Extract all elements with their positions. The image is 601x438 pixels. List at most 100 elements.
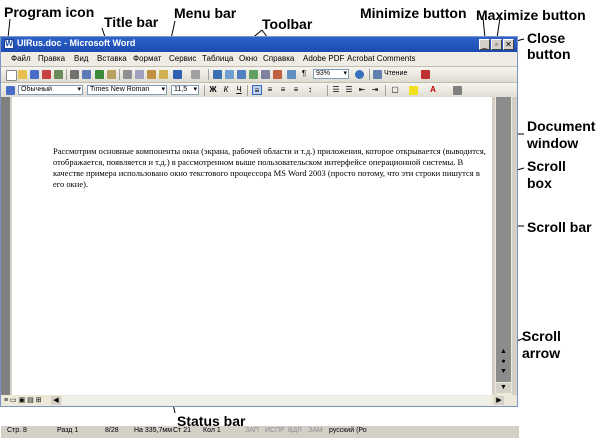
- menu-adobe-pdf[interactable]: Adobe PDF: [303, 54, 344, 63]
- highlight-icon[interactable]: [409, 86, 418, 95]
- label-minimize-button: Minimize button: [360, 5, 467, 21]
- spelling-icon[interactable]: [95, 70, 104, 79]
- numbering-icon[interactable]: ☰: [331, 85, 341, 95]
- label-close-button: Close button: [527, 30, 571, 62]
- paste-icon[interactable]: [147, 70, 156, 79]
- document-page[interactable]: [12, 97, 492, 395]
- menu-format[interactable]: Формат: [133, 54, 161, 63]
- redo-icon[interactable]: [191, 70, 200, 79]
- document-text[interactable]: Рассмотрим основные компоненты окна (экр…: [53, 146, 493, 190]
- scroll-right-arrow[interactable]: ▶: [494, 396, 504, 405]
- justify-icon[interactable]: ≡: [291, 85, 301, 95]
- menu-help[interactable]: Справка: [263, 54, 294, 63]
- horizontal-scrollbar[interactable]: [63, 396, 491, 405]
- toolbar-options-2-icon[interactable]: [453, 86, 462, 95]
- status-language: русский (Ро: [329, 427, 367, 434]
- align-right-icon[interactable]: ≡: [278, 85, 288, 95]
- align-center-icon[interactable]: ≡: [265, 85, 275, 95]
- menu-window[interactable]: Окно: [239, 54, 258, 63]
- permission-icon[interactable]: [42, 70, 51, 79]
- menu-view[interactable]: Вид: [74, 54, 88, 63]
- zoom-select[interactable]: 93%: [313, 69, 349, 79]
- menu-tools[interactable]: Сервис: [169, 54, 196, 63]
- insert-excel-icon[interactable]: [249, 70, 258, 79]
- read-icon[interactable]: [373, 70, 382, 79]
- read-button-label[interactable]: Чтение: [384, 70, 407, 77]
- menu-table[interactable]: Таблица: [202, 54, 233, 63]
- label-scroll-box: Scroll box: [527, 158, 566, 191]
- font-size-select[interactable]: 11,5: [171, 85, 199, 95]
- show-formatting-icon[interactable]: ¶: [299, 69, 309, 79]
- left-margin-area: [1, 97, 10, 395]
- status-ext[interactable]: ВДЛ: [288, 427, 302, 434]
- label-title-bar: Title bar: [104, 14, 159, 30]
- style-select[interactable]: Обычный: [18, 85, 83, 95]
- underline-button[interactable]: Ч: [234, 85, 244, 95]
- insert-table-icon[interactable]: [237, 70, 246, 79]
- document-map-icon[interactable]: [287, 70, 296, 79]
- label-document-window: Document window: [527, 118, 596, 151]
- status-trk[interactable]: ИСПР: [265, 427, 285, 434]
- label-status-bar: Status bar: [177, 413, 246, 429]
- toolbar-options-icon[interactable]: [421, 70, 430, 79]
- label-scroll-bar: Scroll bar: [527, 219, 592, 235]
- menu-bar: Файл Правка Вид Вставка Формат Сервис Та…: [1, 52, 517, 67]
- open-icon[interactable]: [18, 70, 27, 79]
- align-left-icon[interactable]: ≡: [252, 85, 262, 95]
- scroll-down-arrow[interactable]: ▼: [496, 383, 511, 393]
- copy-icon[interactable]: [135, 70, 144, 79]
- styles-icon[interactable]: [6, 86, 15, 95]
- label-scroll-arrow: Scroll arrow: [522, 328, 561, 361]
- borders-icon[interactable]: ▢: [390, 85, 400, 95]
- title-bar[interactable]: W UIRus.doc - Microsoft Word _ ▫ ✕: [1, 37, 517, 52]
- bullets-icon[interactable]: ☰: [344, 85, 354, 95]
- label-menu-bar: Menu bar: [174, 5, 237, 21]
- new-icon[interactable]: [6, 70, 17, 81]
- scroll-left-arrow[interactable]: ◀: [51, 396, 61, 405]
- increase-indent-icon[interactable]: ⇥: [370, 85, 380, 95]
- format-painter-icon[interactable]: [159, 70, 168, 79]
- bold-button[interactable]: Ж: [208, 85, 218, 95]
- minimize-button[interactable]: _: [479, 39, 490, 50]
- menu-insert[interactable]: Вставка: [97, 54, 127, 63]
- close-button[interactable]: ✕: [503, 39, 514, 50]
- email-icon[interactable]: [54, 70, 63, 79]
- columns-icon[interactable]: [261, 70, 270, 79]
- status-page: Стр. 8: [7, 427, 27, 434]
- program-icon[interactable]: W: [4, 39, 14, 49]
- font-color-icon[interactable]: A: [428, 85, 438, 95]
- window-title: UIRus.doc - Microsoft Word: [17, 38, 136, 48]
- italic-button[interactable]: К: [221, 85, 231, 95]
- view-buttons[interactable]: ≡ ▭ ▣ ▤ ⊞: [4, 396, 48, 405]
- menu-file[interactable]: Файл: [11, 54, 31, 63]
- maximize-button[interactable]: ▫: [491, 39, 502, 50]
- line-spacing-icon[interactable]: ↕: [305, 85, 315, 95]
- label-toolbar: Toolbar: [262, 16, 313, 32]
- menu-acrobat-comments[interactable]: Acrobat Comments: [347, 54, 415, 63]
- tables-borders-icon[interactable]: [225, 70, 234, 79]
- scroll-box[interactable]: [496, 97, 511, 382]
- browse-object-buttons[interactable]: ▲ ● ▼: [496, 347, 511, 377]
- decrease-indent-icon[interactable]: ⇤: [357, 85, 367, 95]
- status-ovr[interactable]: ЗАМ: [308, 427, 323, 434]
- font-select[interactable]: Times New Roman: [87, 85, 167, 95]
- hyperlink-icon[interactable]: [213, 70, 222, 79]
- undo-icon[interactable]: [173, 70, 182, 79]
- print-preview-icon[interactable]: [82, 70, 91, 79]
- status-section: Разд 1: [57, 427, 79, 434]
- status-page-count: 8/28: [105, 427, 119, 434]
- cut-icon[interactable]: [123, 70, 132, 79]
- horizontal-scroll-area: ≡ ▭ ▣ ▤ ⊞ ◀ ▶: [1, 395, 517, 406]
- menu-edit[interactable]: Правка: [38, 54, 65, 63]
- status-rec[interactable]: ЗАП: [245, 427, 259, 434]
- help-icon[interactable]: [355, 70, 364, 79]
- standard-toolbar: ¶ 93% Чтение: [1, 67, 517, 83]
- print-icon[interactable]: [70, 70, 79, 79]
- research-icon[interactable]: [107, 70, 116, 79]
- label-maximize-button: Maximize button: [476, 7, 586, 23]
- label-program-icon: Program icon: [4, 4, 95, 20]
- word-window: W UIRus.doc - Microsoft Word _ ▫ ✕ Файл …: [0, 36, 519, 438]
- save-icon[interactable]: [30, 70, 39, 79]
- status-position: На 335,7мм: [134, 427, 173, 434]
- drawing-icon[interactable]: [273, 70, 282, 79]
